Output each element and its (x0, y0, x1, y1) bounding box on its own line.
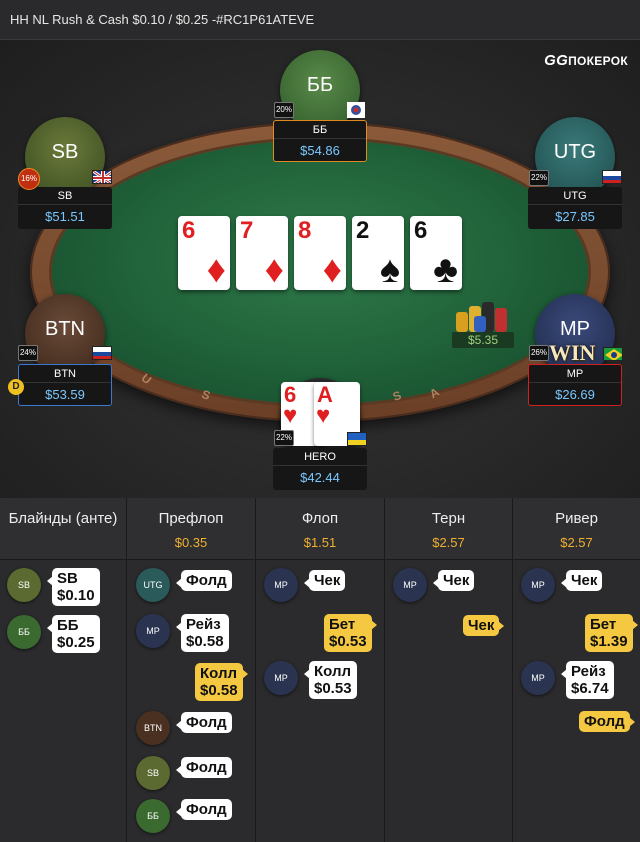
column-header: Терн $2.57 (385, 498, 512, 560)
flag-ua-icon (347, 432, 367, 446)
history-avatar: BTN (136, 711, 170, 745)
action-bubble: SB $0.10 (47, 568, 100, 606)
column-header: Ривер $2.57 (513, 498, 640, 560)
flag-br-icon (603, 347, 623, 361)
hero-action-bubble: Бет $0.53 (324, 614, 377, 652)
avatar-bb[interactable]: ББ (280, 50, 360, 130)
hero-action-bubble: Чек (463, 615, 505, 636)
player-plate-mp[interactable]: MP $26.69 (528, 364, 622, 406)
equity-badge: 24% (18, 345, 38, 361)
fire-equity-badge: 16% (18, 168, 40, 190)
history-avatar: MP (521, 568, 555, 602)
column-river: Ривер $2.57 MP Чек Бет $1.39 MP Рейз $6.74 … (513, 498, 640, 842)
history-avatar: SB (7, 568, 41, 602)
player-plate-utg[interactable]: UTG $27.85 (528, 187, 622, 229)
pot-chips-icon (456, 302, 507, 332)
hand-title: HH NL Rush & Cash $0.10 / $0.25 -#RC1P61… (0, 0, 640, 40)
action-bubble: Фолд (176, 712, 232, 733)
hero-action-bubble: Колл $0.58 (195, 663, 248, 701)
ggpokerok-logo: GGПОКЕРОК (544, 52, 628, 69)
history-avatar: MP (136, 614, 170, 648)
column-header: Блайнды (анте) (0, 498, 126, 560)
action-bubble: Фолд (176, 757, 232, 778)
action-bubble: Рейз $0.58 (176, 614, 229, 652)
action-bubble: Чек (303, 570, 346, 591)
column-header: Флоп $1.51 (256, 498, 384, 560)
history-avatar: MP (264, 568, 298, 602)
equity-badge: 20% (274, 102, 294, 118)
column-header: Префлоп $0.35 (127, 498, 255, 560)
player-plate-btn[interactable]: BTN $53.59 (18, 364, 112, 406)
action-bubble: Колл $0.53 (304, 661, 357, 699)
equity-badge: 26% (529, 345, 549, 361)
action-bubble: Чек (432, 570, 475, 591)
history-avatar: MP (393, 568, 427, 602)
action-bubble: Фолд (176, 799, 232, 820)
board-card: 8 ♦ (294, 216, 346, 291)
column-preflop: Префлоп $0.35 UTG Фолд MP Рейз $0.58 Колл $… (127, 498, 256, 842)
action-bubble: Чек (560, 570, 603, 591)
player-plate-sb[interactable]: SB $51.51 (18, 187, 112, 229)
column-blinds: Блайнды (анте) SB SB $0.10 ББ ББ $0.25 (0, 498, 127, 842)
flag-ru-icon (92, 346, 112, 360)
equity-badge: 22% (529, 170, 549, 186)
dealer-button-icon: D (8, 379, 24, 395)
flag-uk-icon (92, 170, 112, 184)
avatar-btn[interactable]: BTN (25, 294, 105, 374)
history-avatar: UTG (136, 568, 170, 602)
flag-ru-icon (602, 170, 622, 184)
history-avatar: MP (264, 661, 298, 695)
equity-badge: 22% (274, 430, 294, 446)
history-avatar: ББ (7, 615, 41, 649)
board-card: 6 ♣ (410, 216, 462, 291)
win-badge: WIN (549, 340, 596, 365)
action-bubble: ББ $0.25 (47, 615, 100, 653)
hero-action-bubble: Бет $1.39 (585, 614, 638, 652)
board-card: 2 ♠ (352, 216, 404, 291)
column-turn: Терн $2.57 MP Чек Чек (385, 498, 513, 842)
column-flop: Флоп $1.51 MP Чек Бет $0.53 MP Колл $0.53 (256, 498, 385, 842)
history-avatar: ББ (136, 799, 170, 833)
poker-table: GGПОКЕРОК U S S A 6 ♦ 7 ♦ 8 ♦ 2 ♠ 6 ♣ $5.35 Б… (0, 40, 640, 498)
action-bubble: Фолд (176, 570, 232, 591)
action-bubble: Рейз $6.74 (561, 661, 614, 699)
player-plate-bb[interactable]: ББ $54.86 (273, 120, 367, 162)
action-history: Блайнды (анте) SB SB $0.10 ББ ББ $0.25 Пре… (0, 498, 640, 842)
history-avatar: SB (136, 756, 170, 790)
board-card: 7 ♦ (236, 216, 288, 291)
flag-icon (347, 102, 365, 118)
hero-action-bubble: Фолд (579, 711, 635, 732)
history-avatar: MP (521, 661, 555, 695)
pot-amount: $5.35 (452, 332, 514, 348)
board-card: 6 ♦ (178, 216, 230, 291)
player-plate-hero[interactable]: HERO $42.44 (273, 448, 367, 490)
